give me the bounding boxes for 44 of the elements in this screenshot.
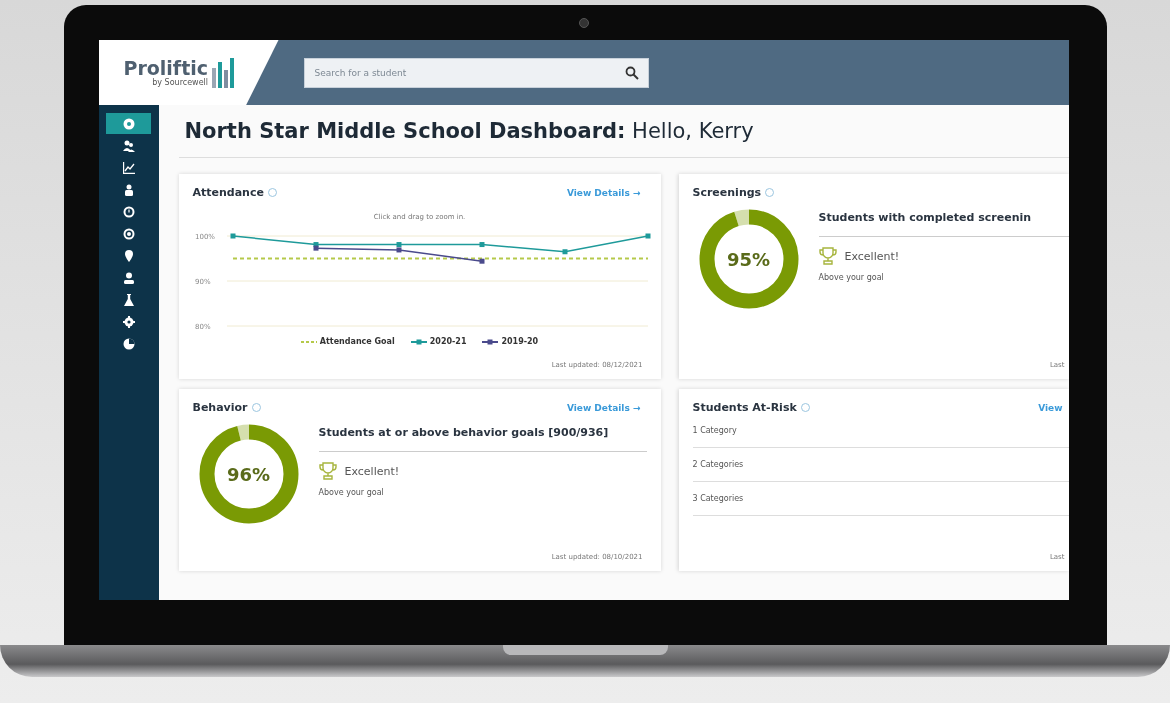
goal-note: Above your goal (318, 488, 385, 497)
card-title: Screenings (692, 186, 762, 199)
percent-value: 96% (226, 463, 271, 485)
user-icon (122, 271, 135, 284)
target-icon (122, 227, 135, 240)
clock-icon (122, 205, 135, 218)
data-point (479, 258, 484, 264)
rating-text: Excellent! (344, 464, 400, 478)
camera-icon (578, 18, 589, 28)
legend-line-icon (482, 338, 499, 345)
search-field[interactable]: Search for a student (303, 57, 649, 88)
pie-icon (122, 337, 135, 350)
legend-line-icon (410, 338, 427, 345)
data-point (562, 249, 567, 255)
legend-line-icon (300, 338, 317, 345)
card-title: Attendance (192, 186, 264, 199)
category-row[interactable]: 1 Category (692, 414, 1069, 448)
logo-subtitle: by Sourcewell (152, 77, 208, 87)
card-title: Students At-Risk (692, 401, 797, 414)
page-title: North Star Middle School Dashboard: Hello, Kerry (178, 105, 1069, 158)
category-row[interactable]: 2 Categories (692, 448, 1069, 482)
legend-item: 2019-20 (482, 337, 539, 346)
logo-text: Proliftic (123, 58, 208, 78)
data-point (645, 233, 650, 239)
logo-bars-icon (212, 57, 234, 88)
card-title: Behavior (192, 401, 248, 414)
legend-item: 2020-21 (410, 337, 467, 346)
people-icon (122, 139, 135, 152)
trophy-icon (318, 462, 337, 480)
data-point (230, 233, 235, 239)
data-point (479, 242, 484, 248)
flask-icon (122, 293, 135, 306)
metric-heading: Students with completed screenin (818, 207, 1069, 237)
trophy-icon (818, 247, 837, 265)
line-chart-icon (122, 161, 135, 174)
pin-icon (122, 249, 135, 262)
person-icon (122, 183, 135, 196)
percent-value: 95% (726, 248, 771, 270)
metric-heading: Students at or above behavior goals [900/936] (318, 422, 647, 452)
search-icon (624, 65, 639, 80)
rating-text: Excellent! (844, 249, 900, 263)
goal-note: Above your goal (818, 273, 885, 282)
legend-item: Attendance Goal (300, 337, 395, 346)
category-row[interactable]: 3 Categories (692, 482, 1069, 516)
